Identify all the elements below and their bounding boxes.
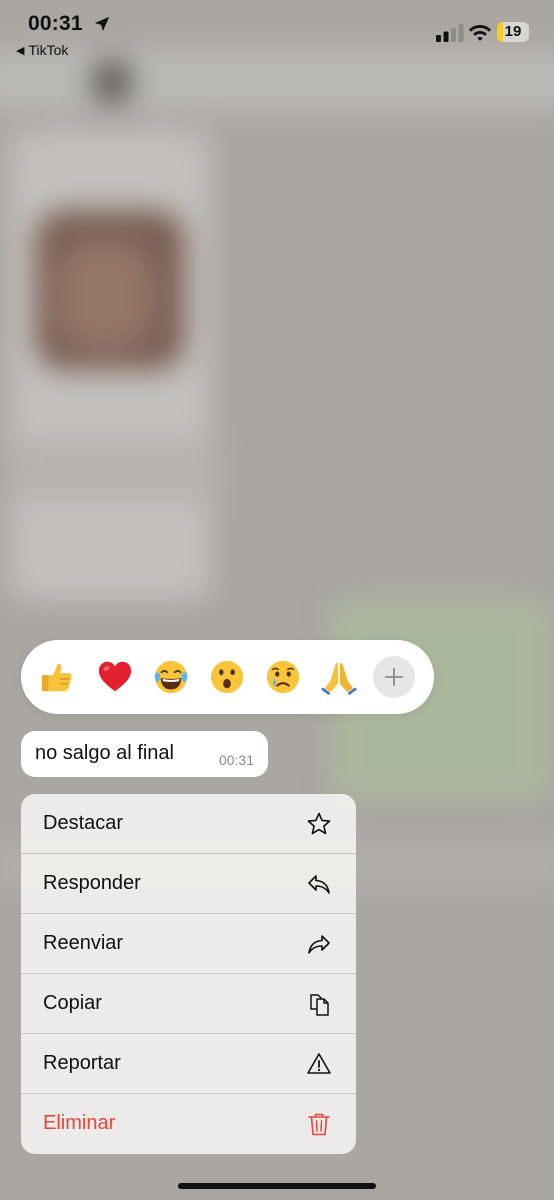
menu-item-reportar[interactable]: Reportar (21, 1034, 356, 1094)
message-timestamp: 00:31 (218, 752, 254, 768)
message-bubble[interactable]: no salgo al final 00:31 (21, 731, 268, 777)
reaction-folded-hands[interactable] (319, 657, 359, 697)
plus-icon (384, 667, 404, 687)
back-to-app-link[interactable]: ◀ TikTok (16, 42, 68, 58)
cellular-signal-icon (436, 24, 464, 42)
menu-item-label: Reenviar (43, 932, 124, 954)
battery-level: 19 (504, 23, 522, 40)
trash-icon (308, 1113, 330, 1136)
battery-indicator: 19 (497, 22, 529, 42)
reaction-thumbs-up[interactable] (37, 657, 77, 697)
reaction-surprised[interactable] (207, 657, 247, 697)
menu-item-copiar[interactable]: Copiar (21, 974, 356, 1034)
back-app-label: TikTok (28, 42, 69, 58)
surprised-face-icon (210, 660, 244, 694)
folded-hands-icon (320, 662, 358, 696)
warning-icon (307, 1053, 331, 1074)
message-text: no salgo al final (35, 742, 174, 764)
reaction-crying[interactable] (263, 657, 303, 697)
reaction-laughing[interactable] (151, 657, 191, 697)
tears-of-joy-icon (154, 660, 188, 694)
copy-icon (310, 994, 329, 1016)
menu-item-responder[interactable]: Responder (21, 854, 356, 914)
star-icon (307, 812, 331, 835)
menu-item-label: Destacar (43, 812, 124, 834)
status-bar: 00:31 ◀ TikTok 19 (0, 0, 554, 64)
red-heart-icon (98, 661, 132, 692)
message-context-menu: Destacar Responder Reenviar Copiar Repor… (21, 794, 356, 1154)
menu-item-eliminar[interactable]: Eliminar (21, 1094, 356, 1154)
location-arrow-icon (94, 16, 110, 32)
menu-item-label: Copiar (43, 992, 102, 1014)
menu-item-label: Reportar (43, 1052, 121, 1074)
menu-item-reenviar[interactable]: Reenviar (21, 914, 356, 974)
menu-item-destacar[interactable]: Destacar (21, 794, 356, 854)
crying-face-icon (266, 660, 300, 694)
back-triangle-icon: ◀ (16, 44, 25, 57)
menu-item-label: Responder (43, 872, 141, 894)
wifi-icon (469, 25, 491, 41)
status-time: 00:31 (28, 12, 83, 35)
reaction-bar (21, 640, 434, 714)
reaction-heart[interactable] (95, 657, 135, 697)
reply-icon (308, 875, 330, 894)
more-reactions-button[interactable] (373, 656, 415, 698)
thumbs-up-icon (41, 663, 72, 692)
home-indicator[interactable] (178, 1183, 376, 1189)
menu-item-label: Eliminar (43, 1112, 116, 1134)
forward-icon (308, 935, 330, 954)
